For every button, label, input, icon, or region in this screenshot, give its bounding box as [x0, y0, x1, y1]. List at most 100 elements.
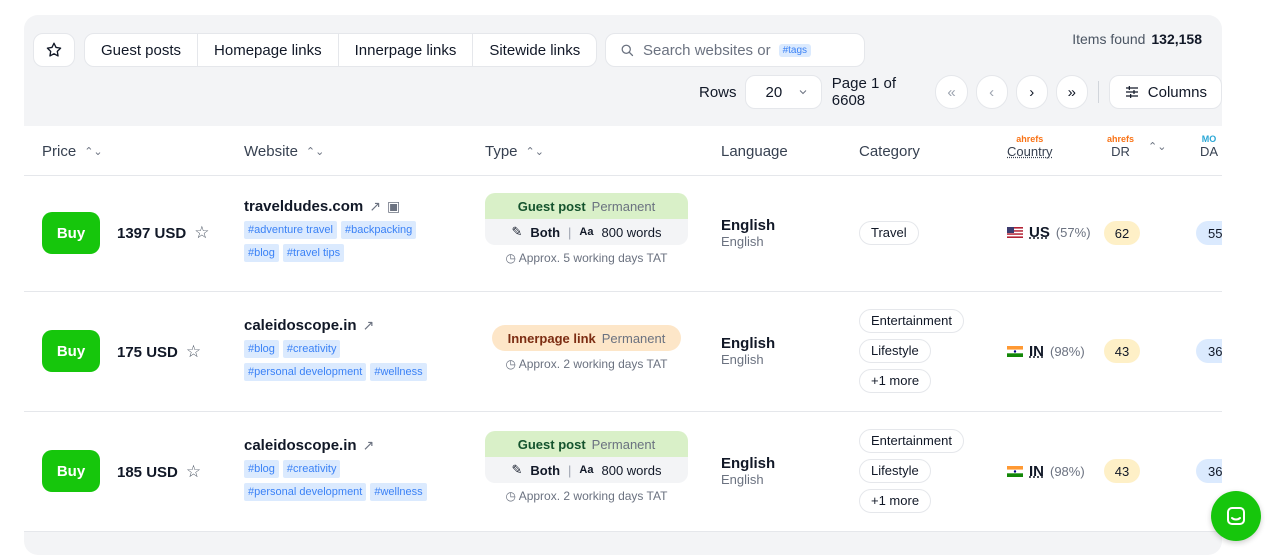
tag-list: #adventure travel #backpacking #blog #tr… [244, 221, 434, 263]
toolbar: Guest posts Homepage links Innerpage lin… [24, 15, 1222, 126]
columns-button[interactable]: Columns [1108, 75, 1222, 109]
more-categories-chip[interactable]: +1 more [859, 489, 932, 513]
font-icon: Aa [579, 226, 594, 238]
header-price[interactable]: Price ⌃⌄ [42, 126, 103, 176]
star-icon[interactable]: ☆ [186, 342, 201, 362]
type-name: Guest post [517, 198, 586, 214]
type-details: ✎ Both | Aa 800 words [485, 219, 688, 245]
website-link[interactable]: traveldudes.com ↗ ▣ [244, 198, 434, 215]
external-link-icon[interactable]: ↗ [363, 437, 375, 454]
website-link[interactable]: caleidoscope.in ↗ [244, 317, 434, 334]
websites-table: Price ⌃⌄ Website ⌃⌄ Type ⌃⌄ Language Catego… [24, 126, 1222, 532]
country-code[interactable]: IN [1029, 463, 1044, 480]
language-sub: English [721, 234, 764, 249]
buy-button[interactable]: Buy [42, 450, 100, 492]
category-chip[interactable]: Entertainment [859, 309, 964, 333]
first-page-button[interactable]: « [935, 75, 968, 109]
divider: | [568, 224, 572, 240]
chat-button[interactable] [1211, 491, 1261, 541]
da-badge: 55 [1196, 221, 1222, 245]
filter-sitewide-links[interactable]: Sitewide links [473, 34, 596, 66]
tag[interactable]: #blog [244, 340, 279, 358]
next-page-button[interactable]: › [1015, 75, 1048, 109]
header-website[interactable]: Website ⌃⌄ [244, 126, 324, 176]
tag[interactable]: #backpacking [341, 221, 417, 239]
external-link-icon[interactable]: ↗ [369, 198, 381, 215]
link-type: Both [530, 224, 561, 240]
tag[interactable]: #personal development [244, 363, 367, 381]
items-found-count: 132,158 [1151, 31, 1202, 47]
favorites-star-button[interactable] [33, 33, 75, 67]
language: English [721, 335, 776, 352]
more-categories-chip[interactable]: +1 more [859, 369, 932, 393]
last-page-button[interactable]: » [1055, 75, 1088, 109]
website-cell: traveldudes.com ↗ ▣ #adventure travel #b… [244, 198, 434, 263]
tag[interactable]: #creativity [282, 460, 341, 478]
header-country-label: Country [1007, 144, 1053, 159]
tag[interactable]: #blog [244, 244, 279, 262]
type-header: Guest post Permanent [485, 193, 688, 219]
tag[interactable]: #blog [244, 460, 279, 478]
type-name: Guest post [517, 436, 586, 452]
star-icon[interactable]: ☆ [186, 462, 201, 482]
header-language: Language [721, 126, 788, 176]
tag[interactable]: #travel tips [282, 244, 345, 262]
search-input[interactable]: Search websites or #tags [605, 33, 865, 67]
divider: | [568, 462, 572, 478]
table-row: Buy 1397 USD ☆ traveldudes.com ↗ ▣ #adve… [24, 176, 1222, 292]
star-icon[interactable]: ☆ [194, 223, 209, 243]
buy-button[interactable]: Buy [42, 212, 100, 254]
website-cell: caleidoscope.in ↗ #blog #creativity #per… [244, 437, 434, 502]
prev-page-button[interactable]: ‹ [975, 75, 1008, 109]
rows-value: 20 [765, 83, 783, 101]
language-cell: English English [721, 217, 775, 249]
da-badge: 36 [1196, 339, 1222, 363]
dr-badge: 62 [1104, 221, 1140, 245]
type-term: Permanent [591, 436, 656, 452]
category-chip[interactable]: Lifestyle [859, 339, 931, 363]
website-name: traveldudes.com [244, 198, 364, 215]
buy-button[interactable]: Buy [42, 330, 100, 372]
tag[interactable]: #personal development [244, 483, 367, 501]
category-chip[interactable]: Lifestyle [859, 459, 931, 483]
chat-icon [1227, 507, 1245, 525]
country-cell: IN (98%) [1007, 463, 1085, 480]
header-dr[interactable]: ahrefs DR ⌃⌄ [1107, 134, 1166, 159]
tag[interactable]: #wellness [370, 483, 427, 501]
search-tag-chip: #tags [778, 43, 812, 57]
language-sub: English [721, 472, 764, 487]
header-da[interactable]: MO DA [1200, 134, 1218, 159]
moz-logo: MO [1201, 134, 1217, 144]
ahrefs-logo: ahrefs [1016, 134, 1044, 144]
header-language-label: Language [721, 142, 788, 160]
category-cell: Entertainment Lifestyle +1 more [859, 429, 979, 519]
category-chip[interactable]: Entertainment [859, 429, 964, 453]
rows-select[interactable]: 20 [744, 75, 822, 109]
website-cell: caleidoscope.in ↗ #blog #creativity #per… [244, 317, 434, 382]
filter-homepage-links[interactable]: Homepage links [198, 34, 339, 66]
type-cell: Guest post Permanent ✎ Both | Aa 800 words ◷ … [485, 193, 688, 265]
tag[interactable]: #adventure travel [244, 221, 337, 239]
tag[interactable]: #creativity [282, 340, 341, 358]
pager-divider [1097, 81, 1099, 103]
in-flag-icon [1007, 466, 1023, 477]
category-chip[interactable]: Travel [859, 221, 919, 245]
dr-badge: 43 [1104, 459, 1140, 483]
tat-text: ◷ Approx. 5 working days TAT [485, 251, 688, 265]
header-website-label: Website [244, 142, 298, 160]
website-name: caleidoscope.in [244, 437, 357, 454]
external-link-icon[interactable]: ↗ [363, 317, 375, 334]
country-code[interactable]: US [1029, 224, 1050, 241]
country-code[interactable]: IN [1029, 343, 1044, 360]
tat-text: ◷ Approx. 2 working days TAT [485, 489, 688, 503]
filter-guest-posts[interactable]: Guest posts [85, 34, 199, 66]
filter-innerpage-links[interactable]: Innerpage links [339, 34, 474, 66]
website-link[interactable]: caleidoscope.in ↗ [244, 437, 434, 454]
header-type[interactable]: Type ⌃⌄ [485, 126, 544, 176]
tag[interactable]: #wellness [370, 363, 427, 381]
country-pct: (98%) [1050, 344, 1085, 359]
image-icon[interactable]: ▣ [387, 198, 400, 215]
tat-value: Approx. 2 working days TAT [518, 357, 668, 371]
type-box: Guest post Permanent ✎ Both | Aa 800 words [485, 431, 688, 483]
country-cell: US (57%) [1007, 224, 1091, 241]
